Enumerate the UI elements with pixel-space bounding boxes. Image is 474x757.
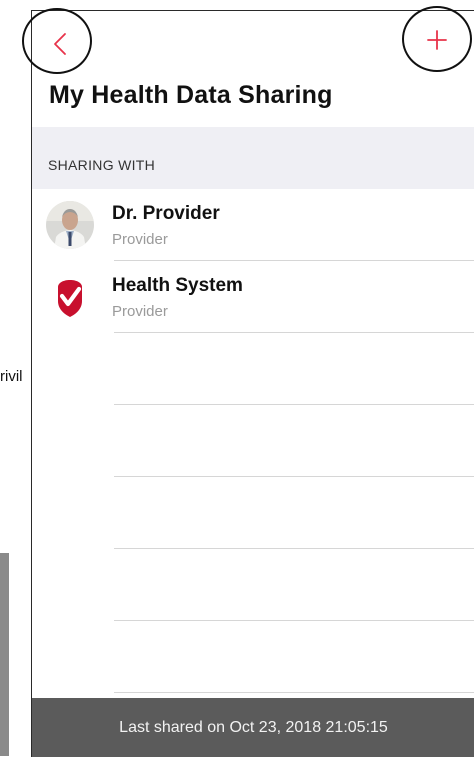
list-item-dr-provider[interactable]: Dr. Provider Provider [32,189,474,261]
empty-row [32,333,474,405]
empty-row [32,549,474,621]
page-title: My Health Data Sharing [49,81,333,109]
background-gray-bar [0,553,9,756]
recipient-role: Provider [112,231,168,248]
empty-row [32,621,474,693]
phone-screen: My Health Data Sharing SHARING WITH Dr. … [31,10,474,757]
empty-row [32,405,474,477]
plus-icon [427,30,447,50]
empty-row [32,477,474,549]
row-divider [114,692,474,693]
section-title: SHARING WITH [48,157,156,173]
recipient-role: Provider [112,303,168,320]
last-shared-text: Last shared on Oct 23, 2018 21:05:15 [119,718,388,736]
health-system-logo-icon [58,280,82,317]
avatar [46,201,94,249]
list-item-health-system[interactable]: Health System Provider [32,261,474,333]
footer-bar: Last shared on Oct 23, 2018 21:05:15 [32,698,474,757]
doctor-photo-icon [46,201,94,249]
background-text-fragment: rivil [0,368,23,385]
recipient-name: Health System [112,275,243,296]
recipient-name: Dr. Provider [112,203,220,224]
back-button[interactable] [45,29,75,59]
avatar [46,273,94,321]
navigation-bar: My Health Data Sharing [32,11,474,127]
add-button[interactable] [422,25,452,55]
chevron-left-icon [54,33,66,55]
recipient-list: Dr. Provider Provider Health System Prov… [32,189,474,693]
